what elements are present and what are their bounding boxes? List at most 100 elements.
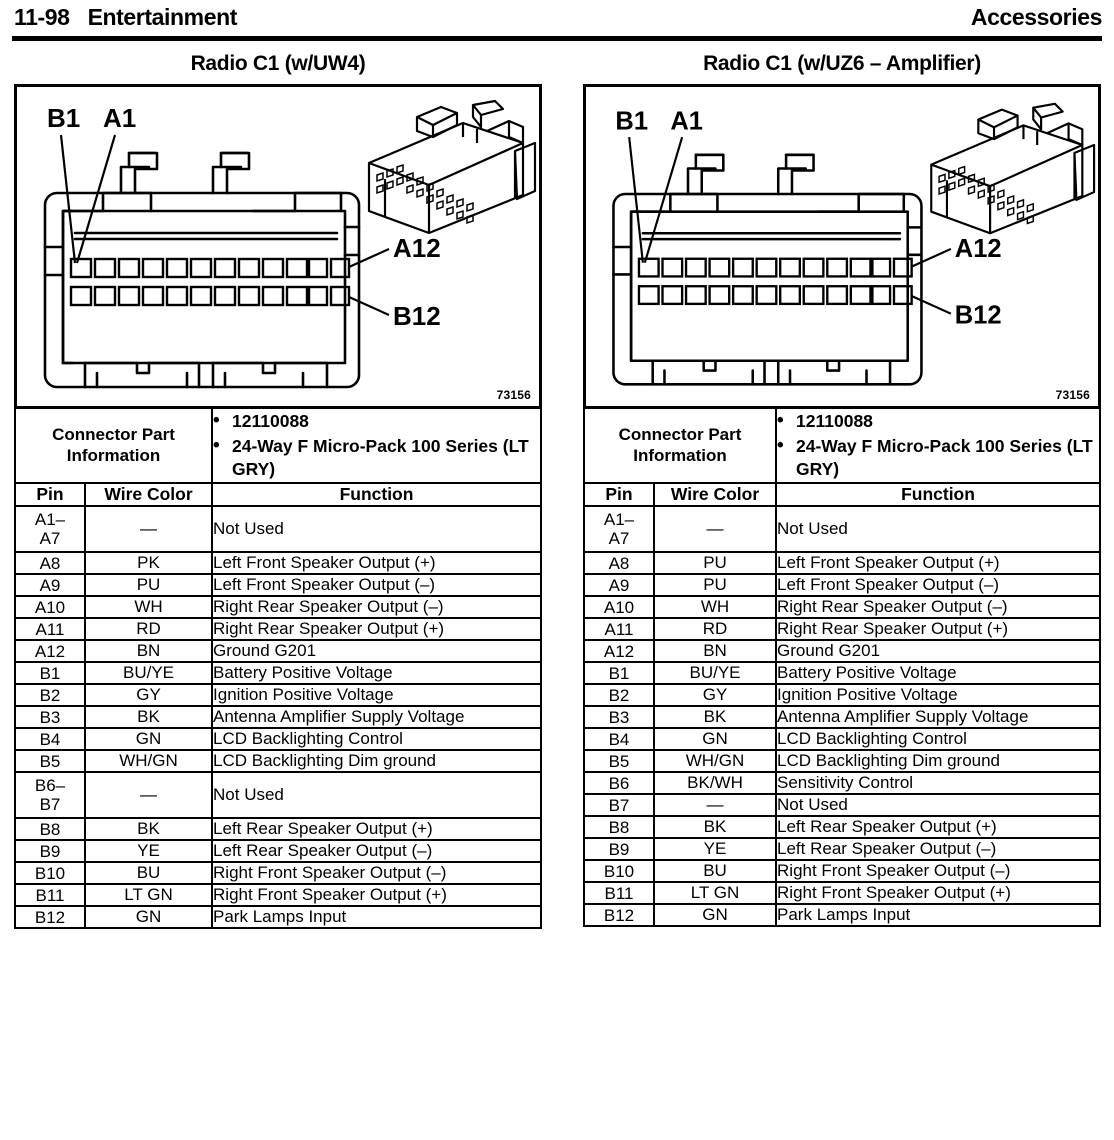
cell-function: Battery Positive Voltage [211, 661, 542, 686]
cell-wire-color: BK/WH [652, 771, 778, 796]
cell-wire-color: PU [83, 573, 214, 598]
cell-wire-color: BU [652, 859, 778, 884]
cell-wire-color: GN [83, 727, 214, 752]
callout-b12: B12 [393, 301, 441, 331]
connector-part-info-values: 12110088 24-Way F Micro-Pack 100 Series … [775, 405, 1101, 485]
callout-a12: A12 [955, 235, 1002, 263]
cell-pin: B4 [14, 727, 86, 752]
cell-wire-color: BK [83, 817, 214, 842]
cell-pin: B8 [14, 817, 86, 842]
cell-pin: B3 [583, 705, 655, 730]
connector-part-info-label: Connector Part Information [582, 405, 778, 485]
cell-pin: B11 [14, 883, 86, 908]
connector-part-info-values: 12110088 24-Way F Micro-Pack 100 Series … [211, 405, 542, 485]
cell-function: Left Rear Speaker Output (+) [211, 817, 542, 842]
cell-pin: A12 [14, 639, 86, 664]
page-header: 11-98 Entertainment Accessories [0, 0, 1114, 42]
panel-title: Radio C1 (w/UZ6 – Amplifier) [703, 52, 981, 75]
cell-wire-color: YE [83, 839, 214, 864]
table-row: B11 LT GN Right Front Speaker Output (+) [14, 883, 542, 908]
cell-function: Right Rear Speaker Output (–) [775, 595, 1101, 620]
cell-wire-color: BU [83, 861, 214, 886]
cell-function: Ground G201 [211, 639, 542, 664]
connector-figure: B1 A1 A12 B12 73156 [14, 84, 542, 409]
cell-wire-color: BU/YE [652, 661, 778, 686]
table-row: A8 PK Left Front Speaker Output (+) [14, 551, 542, 576]
part-number: 12110088 [777, 409, 1099, 433]
cell-function: Right Front Speaker Output (+) [211, 883, 542, 908]
table-row: B6– B7— Not Used [14, 771, 542, 820]
isometric-pin-cavities [376, 163, 474, 225]
cell-pin: B1 [14, 661, 86, 686]
cell-function: Right Front Speaker Output (+) [775, 881, 1101, 906]
cell-function: Left Rear Speaker Output (–) [211, 839, 542, 864]
column-header-pin: Pin [14, 482, 86, 508]
table-row: A12 BN Ground G201 [14, 639, 542, 664]
cell-pin: B2 [14, 683, 86, 708]
cell-wire-color: BU/YE [83, 661, 214, 686]
part-number: 12110088 [213, 409, 540, 433]
cell-wire-color: — [652, 505, 778, 554]
cell-pin: A1– A7 [583, 505, 655, 554]
callout-a1: A1 [103, 103, 136, 133]
cell-function: Left Rear Speaker Output (–) [775, 837, 1101, 862]
cell-wire-color: WH/GN [652, 749, 778, 774]
connector-figure: B1 A1 A12 B12 73156 [583, 84, 1101, 409]
header-left-group: 11-98 Entertainment [14, 4, 237, 31]
cell-pin: A10 [14, 595, 86, 620]
cell-pin: A11 [583, 617, 655, 642]
cell-wire-color: WH/GN [83, 749, 214, 774]
cell-function: Not Used [211, 505, 542, 554]
cell-wire-color: LT GN [83, 883, 214, 908]
cell-function: Not Used [775, 793, 1101, 818]
pin-cavity-grid [637, 257, 913, 306]
table-row: B4 GN LCD Backlighting Control [583, 727, 1101, 752]
callout-a1: A1 [670, 107, 703, 135]
cell-wire-color: — [652, 793, 778, 818]
cell-pin: B12 [14, 905, 86, 930]
cell-function: Antenna Amplifier Supply Voltage [775, 705, 1101, 730]
cell-function: Left Front Speaker Output (–) [211, 573, 542, 598]
cell-function: Park Lamps Input [211, 905, 542, 930]
cell-function: Right Rear Speaker Output (+) [775, 617, 1101, 642]
cell-wire-color: PU [652, 551, 778, 576]
cell-function: Left Front Speaker Output (+) [211, 551, 542, 576]
cell-pin: B6– B7 [14, 771, 86, 820]
cell-function: Ignition Positive Voltage [775, 683, 1101, 708]
table-row: A11 RD Right Rear Speaker Output (+) [14, 617, 542, 642]
panel-radio-c1-uz6: Radio C1 (w/UZ6 – Amplifier) B1 A1 A12 B… [582, 52, 1101, 928]
table-row: A10 WH Right Rear Speaker Output (–) [583, 595, 1101, 620]
table-row: B6 BK/WH Sensitivity Control [583, 771, 1101, 796]
table-header-row: Pin Wire Color Function [583, 482, 1101, 508]
cell-pin: B12 [583, 903, 655, 928]
cell-pin: B6 [583, 771, 655, 796]
column-header-function: Function [211, 482, 542, 508]
pin-table-body: A1– A7— Not Used A8 PK Left Front Speaker Out… [14, 505, 542, 930]
table-row: B5 WH/GN LCD Backlighting Dim ground [14, 749, 542, 774]
cell-function: Antenna Amplifier Supply Voltage [211, 705, 542, 730]
part-description: 24-Way F Micro-Pack 100 Series (LT GRY) [777, 434, 1099, 481]
cell-function: Ground G201 [775, 639, 1101, 664]
table-row: B1 BU/YE Battery Positive Voltage [583, 661, 1101, 686]
cell-function: Right Front Speaker Output (–) [211, 861, 542, 886]
header-rule [12, 36, 1102, 41]
table-row: A1– A7— Not Used [14, 505, 542, 554]
cell-function: LCD Backlighting Dim ground [211, 749, 542, 774]
callout-b1: B1 [47, 103, 80, 133]
table-header-row: Pin Wire Color Function [14, 482, 542, 508]
cell-function: Right Rear Speaker Output (–) [211, 595, 542, 620]
table-row: B9 YE Left Rear Speaker Output (–) [583, 837, 1101, 862]
section-title: Entertainment [87, 4, 238, 30]
connector-part-info-row: Connector Part Information 12110088 24-W… [582, 405, 1101, 485]
cell-function: Left Rear Speaker Output (+) [775, 815, 1101, 840]
figure-number: 73156 [1055, 388, 1090, 402]
cell-function: Sensitivity Control [775, 771, 1101, 796]
cell-pin: A11 [14, 617, 86, 642]
table-row: A9 PU Left Front Speaker Output (–) [14, 573, 542, 598]
table-row: B8 BK Left Rear Speaker Output (+) [14, 817, 542, 842]
cell-wire-color: LT GN [652, 881, 778, 906]
table-row: B9 YE Left Rear Speaker Output (–) [14, 839, 542, 864]
table-row: A12 BN Ground G201 [583, 639, 1101, 664]
callout-b1: B1 [615, 107, 648, 135]
cell-wire-color: GN [83, 905, 214, 930]
